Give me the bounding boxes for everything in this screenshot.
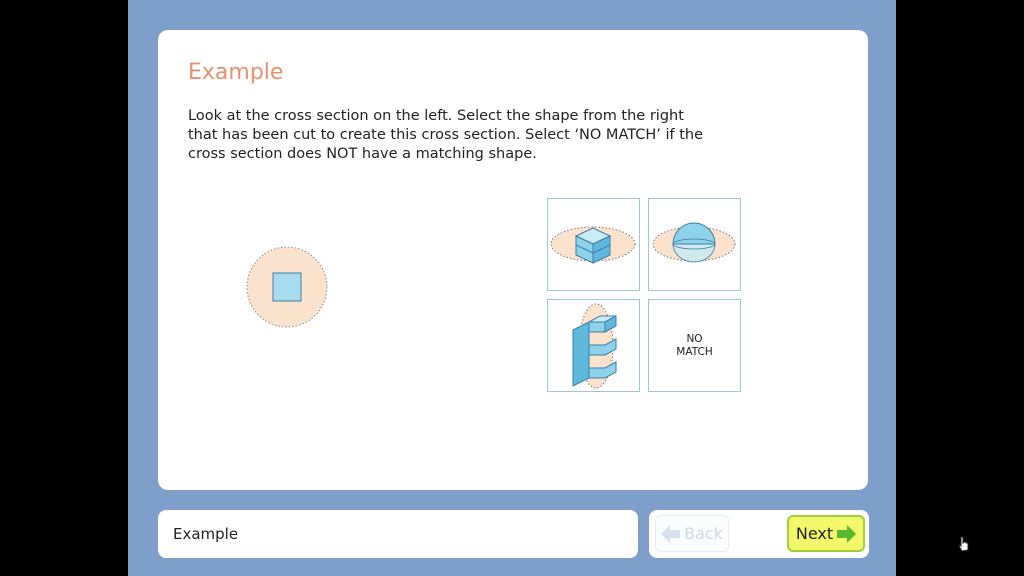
sphere-on-plane-icon bbox=[652, 222, 736, 263]
hand-cursor-icon bbox=[958, 536, 969, 552]
status-bar: Example bbox=[158, 510, 638, 558]
no-match-line: NO bbox=[686, 333, 703, 345]
e-shape-prism-icon bbox=[572, 303, 617, 389]
no-match-label: NO MATCH bbox=[649, 333, 740, 359]
option-no-match-button[interactable]: NO MATCH bbox=[648, 299, 741, 392]
option-sphere-button[interactable] bbox=[648, 198, 741, 291]
app-frame: Example Look at the cross section on the… bbox=[128, 0, 969, 576]
instructions-text: Look at the cross section on the left. S… bbox=[188, 107, 748, 164]
back-label: Back bbox=[684, 524, 723, 543]
back-button[interactable]: Back bbox=[655, 515, 729, 552]
option-e-shape-button[interactable] bbox=[547, 299, 640, 392]
navigation-bar: Back Next bbox=[649, 510, 969, 558]
page-title: Example bbox=[188, 60, 284, 85]
cross-section-icon bbox=[246, 246, 328, 328]
cube-on-plane-icon bbox=[550, 226, 636, 264]
instructions-line: Look at the cross section on the left. S… bbox=[188, 108, 684, 124]
status-text: Example bbox=[173, 525, 239, 543]
next-button[interactable]: Next bbox=[787, 515, 969, 552]
arrow-left-icon bbox=[661, 524, 681, 543]
instructions-line: that has been cut to create this cross s… bbox=[188, 127, 704, 143]
option-cube-button[interactable] bbox=[547, 198, 640, 291]
arrow-right-icon bbox=[837, 524, 857, 543]
no-match-line: MATCH bbox=[676, 346, 713, 358]
content-card: Example Look at the cross section on the… bbox=[158, 30, 868, 490]
next-label: Next bbox=[795, 524, 834, 543]
instructions-line: cross section does NOT have a matching s… bbox=[188, 146, 537, 162]
